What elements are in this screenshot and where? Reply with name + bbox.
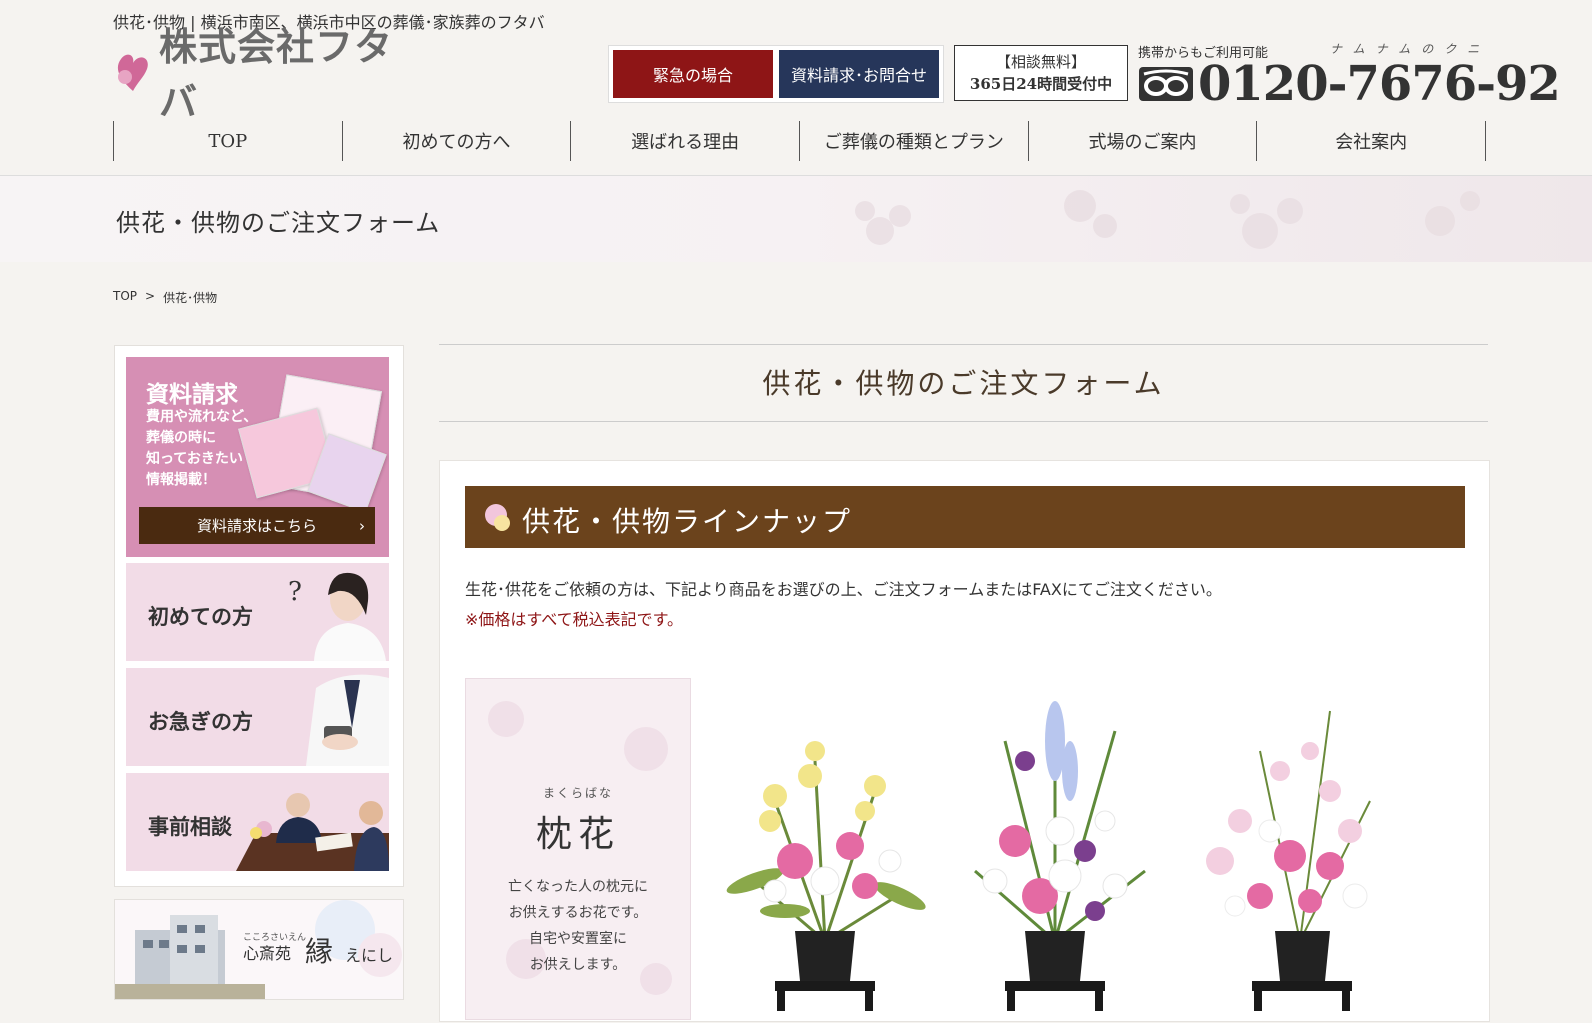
card-ruby: まくらばな bbox=[542, 786, 613, 800]
phone-number-link[interactable]: 0120-7676-92 bbox=[1138, 56, 1561, 112]
hall-name-c: えにし bbox=[345, 946, 394, 965]
makurabana-card: まくらばな 枕花 亡くなった人の枕元に お供えするお花です。 自宅や安置室に お… bbox=[465, 678, 691, 1020]
lineup-header: 供花・供物ラインナップ bbox=[465, 486, 1465, 548]
urgent-banner[interactable]: お急ぎの方 bbox=[126, 668, 389, 766]
consultation-image bbox=[236, 793, 389, 871]
order-description: 生花･供花をご依頼の方は、下記より商品をお選びの上、ご注文フォームまたはFAXに… bbox=[465, 580, 1222, 599]
flower-bullet-icon bbox=[485, 504, 510, 531]
first-time-banner[interactable]: 初めての方 ? bbox=[126, 563, 389, 661]
pre-consult-banner[interactable]: 事前相談 bbox=[126, 773, 389, 871]
nav-halls[interactable]: 式場のご案内 bbox=[1027, 121, 1257, 161]
nav-top[interactable]: TOP bbox=[113, 121, 342, 161]
card-name: 枕花 bbox=[535, 814, 620, 855]
man-phone-image bbox=[306, 674, 389, 766]
request-banner-cta[interactable]: 資料請求はこちら › bbox=[139, 507, 375, 544]
breadcrumb: TOP > 供花･供物 bbox=[113, 289, 217, 306]
hall-name-a: 心斎苑 bbox=[243, 944, 292, 963]
nav-plans[interactable]: ご葬儀の種類とプラン bbox=[799, 121, 1028, 161]
flower-arrangement-image-2[interactable] bbox=[945, 681, 1165, 1021]
flower-arrangement-image-3[interactable] bbox=[1180, 681, 1400, 1021]
breadcrumb-current: 供花･供物 bbox=[163, 291, 218, 305]
pre-consult-label: 事前相談 bbox=[148, 814, 232, 839]
urgent-label: お急ぎの方 bbox=[148, 709, 253, 734]
phone-number: 0120-7676-92 bbox=[1198, 56, 1561, 112]
hall-name-b: 縁 bbox=[305, 935, 334, 968]
sidebar-banners: 資料請求 費用や流れなど、 葬儀の時に 知っておきたい 情報掲載！ 資料請求はこ… bbox=[114, 345, 404, 887]
breadcrumb-separator: > bbox=[145, 289, 156, 303]
lineup-section: 供花・供物ラインナップ 生花･供花をご依頼の方は、下記より商品をお選びの上、ご注… bbox=[439, 460, 1490, 1022]
heart-logo-icon bbox=[113, 47, 153, 95]
consult-line2: 365日24時間受付中 bbox=[969, 75, 1113, 93]
nav-reasons[interactable]: 選ばれる理由 bbox=[570, 121, 799, 161]
header-buttons: 緊急の場合 資料請求･お問合せ bbox=[608, 45, 944, 103]
request-banner-text: 費用や流れなど、 葬儀の時に 知っておきたい 情報掲載！ bbox=[146, 409, 258, 488]
hall-banner[interactable]: こころさいえん 心斎苑 縁 えにし bbox=[114, 899, 404, 1000]
inquiry-button[interactable]: 資料請求･お問合せ bbox=[779, 50, 939, 98]
tax-note: ※価格はすべて税込表記です。 bbox=[465, 610, 684, 629]
consult-line1: 【相談無料】 bbox=[995, 53, 1086, 71]
emergency-button[interactable]: 緊急の場合 bbox=[613, 50, 773, 98]
flower-arrangement-image-1[interactable] bbox=[715, 681, 935, 1021]
title-divider-bottom bbox=[439, 421, 1488, 422]
svg-text:?: ? bbox=[288, 577, 302, 607]
consult-badge: 【相談無料】 365日24時間受付中 bbox=[954, 45, 1128, 101]
woman-thinking-image: ? bbox=[288, 572, 386, 661]
nav-company[interactable]: 会社案内 bbox=[1256, 121, 1487, 161]
title-divider-top bbox=[439, 344, 1488, 345]
lineup-title: 供花・供物ラインナップ bbox=[522, 505, 853, 538]
request-banner[interactable]: 資料請求 費用や流れなど、 葬儀の時に 知っておきたい 情報掲載！ 資料請求はこ… bbox=[126, 357, 389, 557]
request-banner-title: 資料請求 bbox=[146, 381, 238, 408]
card-description: 亡くなった人の枕元に お供えするお花です。 自宅や安置室に お供えします。 bbox=[508, 879, 648, 973]
first-time-label: 初めての方 bbox=[148, 604, 253, 629]
logo-text: 株式会社フタバ bbox=[159, 25, 394, 124]
site-logo[interactable]: 株式会社フタバ bbox=[113, 25, 423, 124]
phone-kana: ナムナムのクニ bbox=[1330, 42, 1491, 56]
breadcrumb-home[interactable]: TOP bbox=[113, 289, 137, 306]
free-dial-icon bbox=[1138, 66, 1194, 102]
main-title: 供花・供物のご注文フォーム bbox=[762, 367, 1165, 400]
chevron-right-icon: › bbox=[359, 516, 365, 535]
nav-first-time[interactable]: 初めての方へ bbox=[341, 121, 571, 161]
global-nav: TOP 初めての方へ 選ばれる理由 ご葬儀の種類とプラン 式場のご案内 会社案内 bbox=[113, 121, 1487, 161]
floral-pattern-icon bbox=[855, 190, 1480, 249]
page-band-title: 供花・供物のご注文フォーム bbox=[116, 209, 441, 237]
